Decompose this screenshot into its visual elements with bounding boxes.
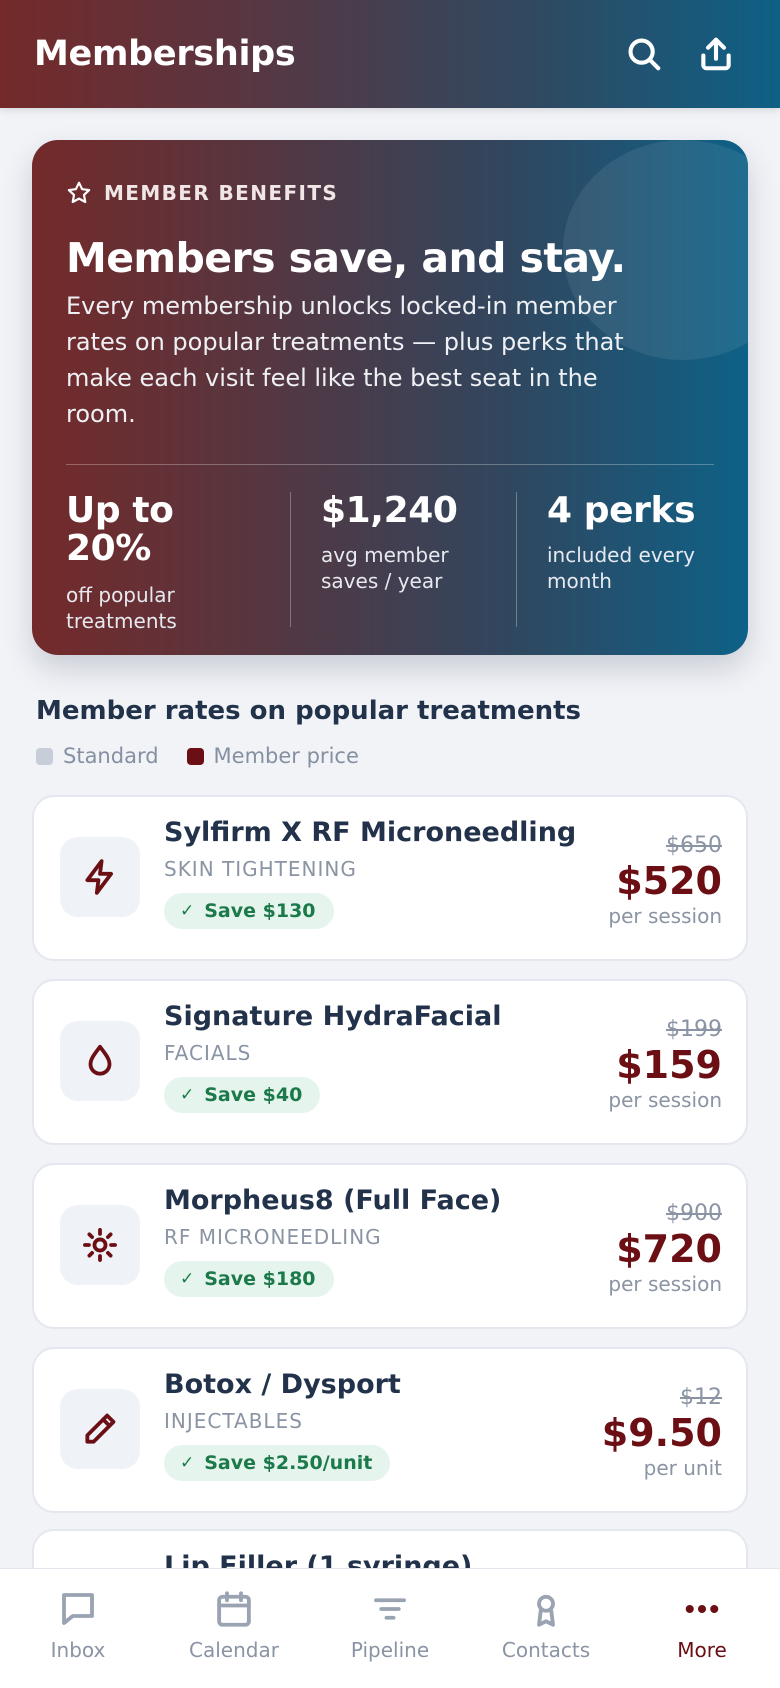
nav-item-pipeline[interactable]: Pipeline <box>320 1588 460 1662</box>
section-title: Member rates on popular treatments <box>36 696 582 726</box>
nav-label: Inbox <box>50 1637 106 1662</box>
treatment-card[interactable]: Botox / Dysport INJECTABLES ✓ Save $2.50… <box>32 1347 748 1513</box>
savings-badge: ✓ Save $180 <box>164 1261 334 1297</box>
person-icon <box>537 1594 555 1627</box>
treatment-name: Morpheus8 (Full Face) <box>164 1185 502 1216</box>
hero-eyebrow-label: MEMBER BENEFITS <box>104 181 339 205</box>
member-price: $720 <box>616 1227 722 1271</box>
nav-item-contacts[interactable]: Contacts <box>476 1588 616 1662</box>
savings-label: Save $2.50/unit <box>204 1452 373 1474</box>
treatment-name: Botox / Dysport <box>164 1369 401 1400</box>
nav-label: Contacts <box>501 1637 591 1662</box>
treatment-card[interactable]: Lip Filler (1 syringe) <box>32 1529 748 1568</box>
stat-value: 4 perks <box>547 490 696 531</box>
standard-price: $199 <box>666 1017 722 1042</box>
treatment-icon-tile <box>60 1021 140 1101</box>
price-legend: Standard Member price <box>36 744 359 768</box>
price-unit: per session <box>608 1088 722 1112</box>
nav-label: Pipeline <box>350 1637 430 1662</box>
droplet-icon <box>88 1044 112 1076</box>
member-price: $159 <box>616 1043 722 1087</box>
stat-label: off popular treatments <box>66 583 177 633</box>
price-unit: per session <box>608 904 722 928</box>
stat-label: included every month <box>547 543 696 593</box>
treatment-card[interactable]: Signature HydraFacial FACIALS ✓ Save $40… <box>32 979 748 1145</box>
stat-savings: $1,240 avg member saves / year <box>290 492 485 627</box>
stat-discount: Up to 20% off popular treatments <box>66 492 256 634</box>
star-icon <box>67 181 91 204</box>
hero-description: Every membership unlocks locked-in membe… <box>66 292 624 428</box>
treatment-icon-tile <box>60 1389 140 1469</box>
page-title: Memberships <box>34 34 296 74</box>
legend-swatch-standard <box>36 747 53 765</box>
member-benefits-card: MEMBER BENEFITS Members save, and stay. … <box>32 140 748 655</box>
calendar-icon <box>217 1590 251 1627</box>
price-unit: per unit <box>643 1456 722 1480</box>
nav-item-more[interactable]: More <box>632 1588 772 1662</box>
divider <box>66 464 714 465</box>
hero-eyebrow: MEMBER BENEFITS <box>66 180 338 206</box>
stat-value: $1,240 <box>321 490 458 531</box>
check-icon: ✓ <box>180 1085 195 1105</box>
stat-perks: 4 perks included every month <box>516 492 716 627</box>
more-icon <box>685 1604 719 1613</box>
savings-label: Save $40 <box>204 1084 303 1106</box>
pencil-icon <box>85 1413 116 1444</box>
check-icon: ✓ <box>180 901 195 921</box>
treatment-card[interactable]: Sylfirm X RF Microneedling SKIN TIGHTENI… <box>32 795 748 961</box>
share-button[interactable] <box>686 24 746 84</box>
search-button[interactable] <box>614 24 674 84</box>
bottom-nav: Inbox Calendar Pipeline Contacts More <box>0 1568 780 1688</box>
filter-icon <box>374 1597 406 1620</box>
treatment-category: RF MICRONEEDLING <box>164 1225 382 1249</box>
member-price: $9.50 <box>601 1411 722 1455</box>
price-block: $650 $520 per session <box>608 833 722 929</box>
nav-label: Calendar <box>189 1637 279 1662</box>
treatment-category: FACIALS <box>164 1041 252 1065</box>
nav-label: More <box>677 1637 727 1662</box>
legend-label-member: Member price <box>213 744 359 768</box>
nav-item-calendar[interactable]: Calendar <box>164 1588 304 1662</box>
scroll-content[interactable]: MEMBER BENEFITS Members save, and stay. … <box>0 108 780 1568</box>
nav-item-inbox[interactable]: Inbox <box>8 1588 148 1662</box>
legend-label-standard: Standard <box>63 744 159 768</box>
treatment-name: Sylfirm X RF Microneedling <box>164 817 577 848</box>
sun-icon <box>83 1228 117 1262</box>
standard-price: $12 <box>680 1385 722 1410</box>
savings-label: Save $180 <box>204 1268 316 1290</box>
stat-label: avg member saves / year <box>321 543 449 593</box>
stat-value: Up to 20% <box>66 490 174 569</box>
treatment-category: INJECTABLES <box>164 1409 303 1433</box>
standard-price: $650 <box>666 833 722 858</box>
price-block: $12 $9.50 per unit <box>602 1385 722 1481</box>
share-icon <box>701 37 731 71</box>
hero-title: Members save, and stay. <box>66 234 626 282</box>
treatment-icon-tile <box>60 1205 140 1285</box>
savings-label: Save $130 <box>204 900 316 922</box>
treatment-category: SKIN TIGHTENING <box>164 857 357 881</box>
chat-icon <box>62 1592 94 1625</box>
treatment-card[interactable]: Morpheus8 (Full Face) RF MICRONEEDLING ✓… <box>32 1163 748 1329</box>
check-icon: ✓ <box>180 1453 195 1473</box>
bolt-icon <box>85 859 113 895</box>
member-price: $520 <box>616 859 722 903</box>
app-header: Memberships <box>0 0 780 108</box>
treatment-icon-tile <box>60 837 140 917</box>
standard-price: $900 <box>666 1201 722 1226</box>
savings-badge: ✓ Save $2.50/unit <box>164 1445 391 1481</box>
search-icon <box>628 38 661 71</box>
savings-badge: ✓ Save $130 <box>164 893 334 929</box>
treatment-name: Signature HydraFacial <box>164 1001 502 1032</box>
price-block: $900 $720 per session <box>608 1201 722 1297</box>
price-unit: per session <box>608 1272 722 1296</box>
price-block: $199 $159 per session <box>608 1017 722 1113</box>
savings-badge: ✓ Save $40 <box>164 1077 321 1113</box>
check-icon: ✓ <box>180 1269 195 1289</box>
treatment-name: Lip Filler (1 syringe) <box>164 1551 473 1568</box>
legend-swatch-member <box>186 747 204 765</box>
